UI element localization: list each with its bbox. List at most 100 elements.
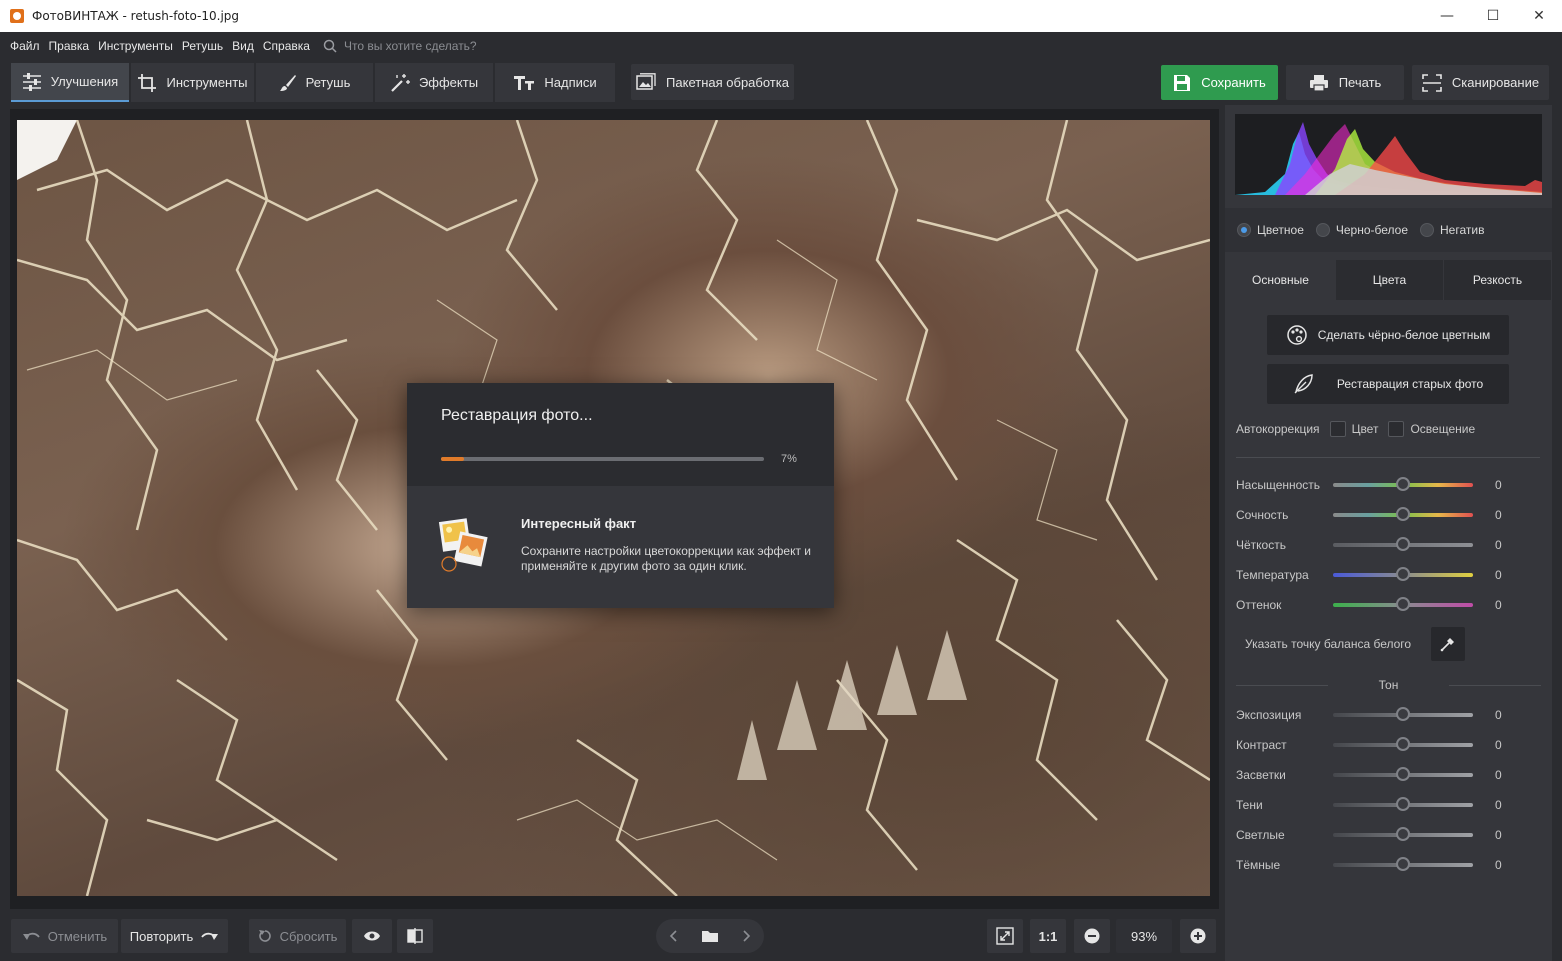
title-bar: ФотоВИНТАЖ - retush-foto-10.jpg — ☐ ✕	[0, 0, 1562, 32]
tab-effects-label: Эффекты	[418, 75, 479, 90]
slider-row: Чёткость 0	[1236, 535, 1536, 555]
slider-row: Температура 0	[1236, 565, 1536, 585]
redo-button[interactable]: Повторить	[121, 919, 228, 953]
slider-value: 0	[1495, 798, 1502, 812]
preview-button[interactable]	[352, 919, 392, 953]
batch-processing-button[interactable]: Пакетная обработка	[631, 64, 794, 100]
prev-photo-button[interactable]	[656, 930, 690, 942]
sliders-icon	[22, 72, 41, 91]
menu-file[interactable]: Файл	[10, 39, 40, 53]
slider-row: Контраст 0	[1236, 735, 1536, 755]
mode-color[interactable]: Цветное	[1237, 223, 1304, 237]
menu-view[interactable]: Вид	[232, 39, 254, 53]
fact-panel: Интересный факт Сохраните настройки цвет…	[407, 486, 834, 608]
zoom-level[interactable]: 93%	[1116, 919, 1172, 953]
slider-label: Оттенок	[1236, 598, 1282, 612]
printer-icon	[1309, 74, 1328, 92]
slider-handle[interactable]	[1396, 857, 1410, 871]
menu-bar: Файл Правка Инструменты Ретушь Вид Справ…	[0, 32, 1562, 60]
reset-button[interactable]: Сбросить	[249, 919, 346, 953]
tab-retouch[interactable]: Ретушь	[256, 63, 373, 102]
slider-value: 0	[1495, 568, 1502, 582]
white-balance-picker-button[interactable]	[1431, 627, 1465, 661]
maximize-button[interactable]: ☐	[1470, 0, 1516, 32]
reset-icon	[258, 930, 271, 942]
command-search[interactable]: Что вы хотите сделать?	[323, 39, 477, 53]
window-title: ФотоВИНТАЖ - retush-foto-10.jpg	[32, 9, 240, 23]
slider-handle[interactable]	[1396, 827, 1410, 841]
slider-handle[interactable]	[1396, 477, 1410, 491]
slider-value: 0	[1495, 708, 1502, 722]
palette-icon	[1286, 325, 1307, 345]
slider-handle[interactable]	[1396, 537, 1410, 551]
tab-tools[interactable]: Инструменты	[131, 63, 254, 102]
open-folder-button[interactable]	[690, 929, 730, 943]
image-stack-icon	[636, 73, 656, 90]
tab-sharpness[interactable]: Резкость	[1444, 260, 1551, 300]
undo-button[interactable]: Отменить	[11, 919, 118, 953]
search-icon	[323, 39, 337, 53]
tab-effects[interactable]: Эффекты	[375, 63, 493, 102]
undo-label: Отменить	[47, 928, 108, 944]
save-button[interactable]: Сохранить	[1161, 65, 1278, 100]
next-photo-button[interactable]	[730, 930, 764, 942]
slider-handle[interactable]	[1396, 797, 1410, 811]
file-navigation	[656, 919, 764, 953]
slider-handle[interactable]	[1396, 767, 1410, 781]
slider-row: Насыщенность 0	[1236, 475, 1536, 495]
compare-button[interactable]	[397, 919, 433, 953]
eye-icon	[364, 931, 380, 941]
autocorrection-row: Автокоррекция Цвет Освещение	[1236, 421, 1475, 437]
menu-help[interactable]: Справка	[263, 39, 310, 53]
brush-icon	[279, 74, 296, 91]
minimize-button[interactable]: —	[1424, 0, 1470, 32]
slider-label: Тёмные	[1236, 858, 1281, 872]
progress-fill	[441, 457, 464, 461]
progress-bar	[441, 457, 764, 461]
menu-tools[interactable]: Инструменты	[98, 39, 173, 53]
actual-size-button[interactable]: 1:1	[1030, 919, 1066, 953]
autocorr-color-checkbox[interactable]	[1329, 421, 1346, 437]
mode-bw[interactable]: Черно-белое	[1315, 223, 1408, 237]
tab-colors[interactable]: Цвета	[1336, 260, 1443, 300]
slider-label: Контраст	[1236, 738, 1287, 752]
tab-captions-label: Надписи	[544, 75, 597, 90]
slider-handle[interactable]	[1396, 567, 1410, 581]
print-button[interactable]: Печать	[1286, 65, 1404, 100]
restore-old-photo-button[interactable]: Реставрация старых фото	[1267, 364, 1509, 404]
autocorr-color-label: Цвет	[1351, 422, 1379, 436]
scan-button[interactable]: Сканирование	[1412, 65, 1549, 100]
slider-label: Насыщенность	[1236, 478, 1321, 492]
close-button[interactable]: ✕	[1516, 0, 1562, 32]
slider-label: Чёткость	[1236, 538, 1286, 552]
tab-basic[interactable]: Основные	[1227, 260, 1334, 300]
tab-enhancements[interactable]: Улучшения	[11, 63, 129, 102]
slider-handle[interactable]	[1396, 737, 1410, 751]
slider-handle[interactable]	[1396, 597, 1410, 611]
slider-value: 0	[1495, 858, 1502, 872]
crop-icon	[138, 73, 157, 92]
slider-handle[interactable]	[1396, 507, 1410, 521]
mode-negative[interactable]: Негатив	[1420, 223, 1484, 237]
save-label: Сохранить	[1201, 75, 1266, 90]
zoom-out-button[interactable]	[1074, 919, 1110, 953]
photos-icon	[438, 518, 488, 572]
fit-to-screen-button[interactable]	[987, 919, 1023, 953]
autocorrection-label: Автокоррекция	[1236, 422, 1320, 436]
slider-value: 0	[1495, 538, 1502, 552]
menu-edit[interactable]: Правка	[49, 39, 90, 53]
slider-handle[interactable]	[1396, 707, 1410, 721]
menu-retouch[interactable]: Ретушь	[182, 39, 223, 53]
autocorr-lighting-checkbox[interactable]	[1388, 421, 1405, 437]
slider-value: 0	[1495, 828, 1502, 842]
slider-value: 0	[1495, 598, 1502, 612]
white-balance-row: Указать точку баланса белого	[1245, 627, 1535, 663]
tab-captions[interactable]: Надписи	[495, 63, 615, 102]
slider-value: 0	[1495, 768, 1502, 782]
magic-wand-icon	[391, 73, 410, 92]
colorize-button[interactable]: Сделать чёрно-белое цветным	[1267, 315, 1509, 355]
slider-value: 0	[1495, 478, 1502, 492]
fact-text: Сохраните настройки цветокоррекции как э…	[521, 544, 811, 573]
slider-row: Светлые 0	[1236, 825, 1536, 845]
zoom-in-button[interactable]	[1180, 919, 1216, 953]
